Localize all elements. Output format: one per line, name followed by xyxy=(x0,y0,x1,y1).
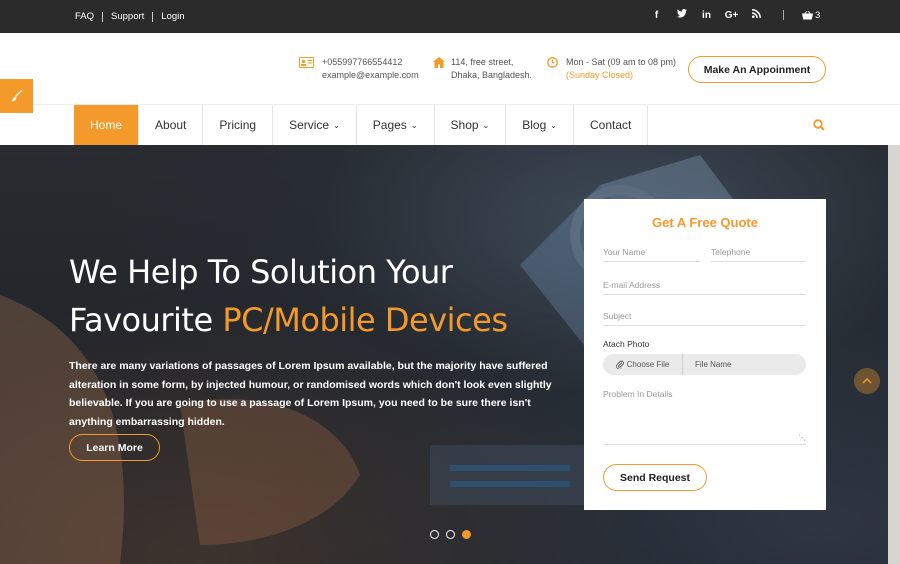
google-plus-icon[interactable]: G+ xyxy=(719,10,744,21)
hero-title: We Help To Solution Your Favourite PC/Mo… xyxy=(69,248,508,344)
divider xyxy=(102,11,104,22)
paperclip-icon xyxy=(615,360,624,369)
nav-item-pricing[interactable]: Pricing xyxy=(203,105,274,145)
learn-more-button[interactable]: Learn More xyxy=(69,434,160,461)
attach-photo-label: Atach Photo xyxy=(603,339,650,349)
email-address: example@example.com xyxy=(322,70,419,80)
hero-title-line: Favourite xyxy=(69,301,223,339)
search-icon[interactable] xyxy=(813,118,825,136)
nav-label: Pages xyxy=(372,118,407,132)
login-link[interactable]: Login xyxy=(161,11,184,22)
resize-grip-icon[interactable]: ⋱ xyxy=(798,433,806,442)
send-request-button[interactable]: Send Request xyxy=(603,464,707,491)
main-nav: Home About Pricing Service ⌄ Pages ⌄ Shop ⌄… xyxy=(0,105,900,145)
home-icon xyxy=(433,57,446,72)
cart-count: 3 xyxy=(815,9,821,21)
phone-number: +055997766554412 xyxy=(322,57,403,67)
file-name-display: File Name xyxy=(695,360,732,369)
slider-dot[interactable] xyxy=(446,530,455,539)
nav-item-blog[interactable]: Blog ⌄ xyxy=(506,105,574,145)
hours-info: Mon - Sat (09 am to 08 pm) (Sunday Close… xyxy=(547,56,676,82)
subject-field[interactable]: Subject xyxy=(603,311,806,326)
hero-edge xyxy=(888,145,900,564)
choose-file-button[interactable]: Choose File xyxy=(603,354,683,375)
nav-label: Contact xyxy=(589,118,632,132)
nav-item-home[interactable]: Home xyxy=(74,105,140,145)
support-link[interactable]: Support xyxy=(111,11,144,22)
scroll-top-button[interactable] xyxy=(854,368,880,394)
basket-icon xyxy=(802,10,813,19)
business-hours: Mon - Sat (09 am to 08 pm) xyxy=(566,57,677,67)
facebook-icon[interactable]: f xyxy=(644,10,669,21)
top-links: FAQ Support Login xyxy=(75,11,185,22)
top-bar: FAQ Support Login f in G+ 3 xyxy=(0,0,900,33)
address-line: 114, free street, xyxy=(451,57,514,67)
telephone-field[interactable]: Telephone xyxy=(711,247,806,262)
contact-card-icon xyxy=(299,57,317,72)
closed-note: (Sunday Closed) xyxy=(566,70,634,80)
twitter-icon[interactable] xyxy=(669,9,694,21)
email-field[interactable]: E-mail Address xyxy=(603,280,806,295)
nav-label: Blog xyxy=(522,118,547,132)
nav-label: Pricing xyxy=(219,118,257,132)
address-info: 114, free street, Dhaka, Bangladesh. xyxy=(433,56,532,82)
nav-label: Home xyxy=(90,118,123,132)
hero-title-highlight: PC/Mobile Devices xyxy=(222,301,508,339)
hero-description: There are many variations of passages of… xyxy=(69,360,552,428)
chevron-down-icon: ⌄ xyxy=(482,120,490,130)
file-upload[interactable]: Choose File File Name xyxy=(603,354,806,375)
divider xyxy=(783,10,784,20)
divider xyxy=(152,11,154,22)
chevron-up-icon xyxy=(862,378,872,384)
nav-label: About xyxy=(155,118,187,132)
hero-title-line: We Help To Solution Your xyxy=(69,253,453,291)
nav-label: Shop xyxy=(450,118,479,132)
nav-item-contact[interactable]: Contact xyxy=(574,105,649,145)
nav-item-shop[interactable]: Shop ⌄ xyxy=(435,105,507,145)
linkedin-icon[interactable]: in xyxy=(694,10,719,21)
chevron-down-icon: ⌄ xyxy=(410,120,418,130)
chevron-down-icon: ⌄ xyxy=(550,120,557,130)
textarea-placeholder: Problem In Details xyxy=(603,389,673,399)
address-line: Dhaka, Bangladesh. xyxy=(451,70,533,80)
paint-brush-icon xyxy=(11,90,22,102)
faq-link[interactable]: FAQ xyxy=(75,11,94,22)
contact-info: +055997766554412 example@example.com xyxy=(299,56,419,82)
social-links: f in G+ 3 xyxy=(644,9,820,21)
nav-label: Service xyxy=(289,118,330,132)
chevron-down-icon: ⌄ xyxy=(333,120,340,130)
name-field[interactable]: Your Name xyxy=(603,247,700,262)
slider-dot-active[interactable] xyxy=(462,530,471,539)
choose-file-label: Choose File xyxy=(626,360,670,369)
slider-dots xyxy=(430,530,471,539)
quote-form: Get A Free Quote Your Name Telephone E-m… xyxy=(584,199,826,510)
clock-icon xyxy=(547,57,561,72)
nav-item-about[interactable]: About xyxy=(139,105,204,145)
make-appointment-button[interactable]: Make An Appoinment xyxy=(688,56,826,83)
rss-icon[interactable] xyxy=(744,9,769,21)
nav-item-service[interactable]: Service ⌄ xyxy=(273,105,357,145)
problem-details-textarea[interactable]: Problem In Details ⋱ xyxy=(603,389,806,445)
style-switcher-tab[interactable] xyxy=(0,79,33,113)
cart-button[interactable]: 3 xyxy=(802,10,820,21)
quote-form-title: Get A Free Quote xyxy=(652,215,758,230)
nav-item-pages[interactable]: Pages ⌄ xyxy=(357,105,435,145)
slider-dot[interactable] xyxy=(430,530,439,539)
